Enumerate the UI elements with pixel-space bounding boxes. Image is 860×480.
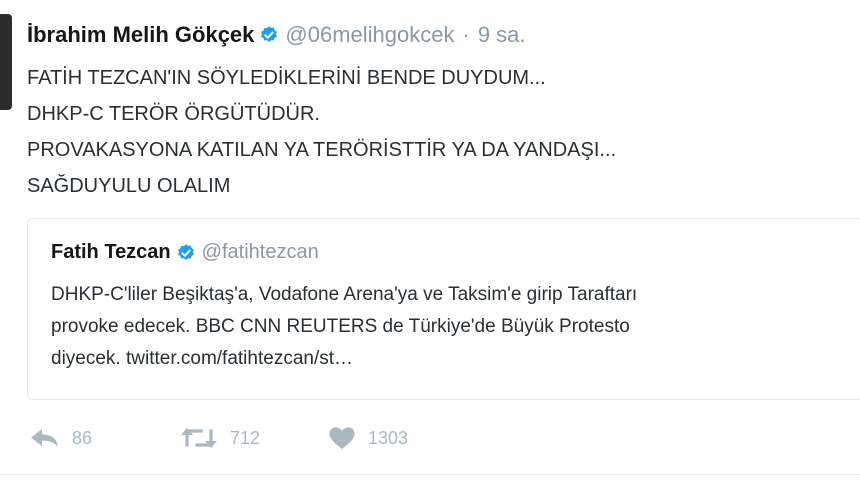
tweet-text-line: PROVAKASYONA KATILAN YA TERÖRİSTTİR YA D… [27, 139, 617, 161]
like-button[interactable]: 1303 [328, 426, 478, 450]
tweet-timestamp[interactable]: 9 sa. [478, 22, 526, 48]
verified-badge-icon [259, 25, 279, 45]
reply-count: 86 [72, 427, 93, 448]
quoted-tweet-header: Fatih Tezcan @fatihtezcan [51, 241, 319, 264]
like-count: 1303 [368, 427, 409, 448]
author-name[interactable]: İbrahim Melih Gökçek [27, 22, 254, 48]
quoted-author-name: Fatih Tezcan [51, 241, 171, 263]
verified-badge-icon [176, 243, 196, 263]
reply-arrow-icon [30, 427, 60, 449]
tweet-text-line: FATİH TEZCAN'IN SÖYLEDİKLERİNİ BENDE DUY… [27, 67, 546, 89]
tweet-actions: 86 712 1303 [30, 423, 478, 453]
quoted-text-line: DHKP-C'liler Beşiktaş'a, Vodafone Arena'… [51, 284, 638, 305]
quoted-text-line: provoke edecek. BBC CNN REUTERS de Türki… [51, 316, 630, 337]
author-handle[interactable]: @06melihgokcek [285, 22, 454, 48]
tweet-header: İbrahim Melih Gökçek @06melihgokcek · 9 … [27, 20, 526, 50]
tweet-text-line: SAĞDUYULU OLALIM [27, 175, 231, 197]
heart-icon [328, 426, 356, 450]
tweet-divider [0, 474, 860, 475]
header-separator: · [462, 22, 470, 47]
quoted-tweet-text: DHKP-C'liler Beşiktaş'a, Vodafone Arena'… [51, 279, 851, 375]
retweet-button[interactable]: 712 [180, 426, 328, 450]
quoted-text-line: diyecek. twitter.com/fatihtezcan/st… [51, 348, 354, 369]
tweet-text-line: DHKP-C TERÖR ÖRGÜTÜDÜR. [27, 103, 320, 125]
quoted-tweet-card[interactable]: Fatih Tezcan @fatihtezcan DHKP-C'liler B… [27, 218, 860, 400]
reply-button[interactable]: 86 [30, 427, 180, 449]
tweet-text: FATİH TEZCAN'IN SÖYLEDİKLERİNİ BENDE DUY… [27, 60, 827, 204]
quoted-author-handle: @fatihtezcan [201, 241, 319, 263]
retweet-count: 712 [230, 427, 261, 448]
author-avatar[interactable] [0, 14, 12, 110]
tweet: İbrahim Melih Gökçek @06melihgokcek · 9 … [0, 0, 860, 480]
retweet-icon [180, 426, 218, 450]
